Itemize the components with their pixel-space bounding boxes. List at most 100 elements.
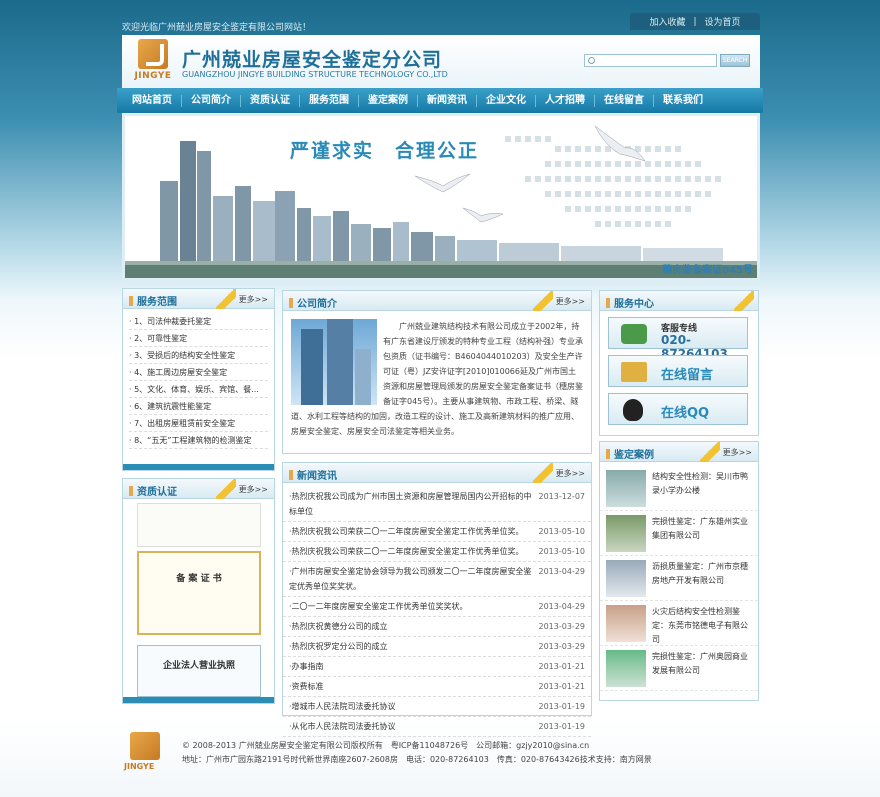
news-item[interactable]: ·热烈庆祝我公司成为广州市国土资源和房屋管理局国内公开招标的中标单位 2013-1… — [283, 487, 591, 522]
news-item[interactable]: ·办事指南 2013-01-21 — [283, 657, 591, 677]
news-item[interactable]: ·二〇一二年度房屋安全鉴定工作优秀单位奖奖状。 2013-04-29 — [283, 597, 591, 617]
news-title-text: ·资费标准 — [289, 682, 324, 691]
title-stripe-decoration — [734, 291, 754, 311]
company-name-cn: 广州兢业房屋安全鉴定分公司 — [182, 49, 443, 71]
qualification-more-link[interactable]: 更多>> — [239, 484, 268, 495]
case-item[interactable]: 完损性鉴定：广州奥园商业发展有限公司 — [600, 646, 758, 691]
service-center-panel: 服务中心 客服专线 020-87264103 在线留言 在线QQ — [599, 290, 759, 436]
logo-text: JINGYE — [134, 71, 172, 81]
services-more-link[interactable]: 更多>> — [239, 294, 268, 305]
case-thumbnail — [606, 515, 646, 552]
news-item[interactable]: ·资费标准 2013-01-21 — [283, 677, 591, 697]
news-title-text: ·增城市人民法院司法委托协议 — [289, 702, 396, 711]
nav-culture[interactable]: 企业文化 — [477, 94, 536, 107]
list-item[interactable]: · 8、“五无”工程建筑物的检测鉴定 — [129, 432, 268, 449]
welcome-text: 欢迎光临广州兢业房屋安全鉴定有限公司网站！ — [122, 23, 312, 33]
news-item[interactable]: ·热烈庆祝我公司荣获二〇一二年度房屋安全鉴定工作优秀单位奖。 2013-05-10 — [283, 542, 591, 562]
list-item[interactable]: · 7、出租房屋租赁前安全鉴定 — [129, 415, 268, 432]
news-more-link[interactable]: 更多>> — [556, 468, 585, 479]
nav-qualification[interactable]: 资质认证 — [241, 94, 300, 107]
online-message-button[interactable]: 在线留言 — [608, 355, 748, 387]
case-item[interactable]: 沥损质量鉴定：广州市京穗房地产开发有限公司 — [600, 556, 758, 601]
case-text: 完损性鉴定：广东雄州实业集团有限公司 — [652, 517, 748, 540]
online-message-label: 在线留言 — [661, 368, 714, 383]
news-date: 2013-05-10 — [538, 527, 586, 536]
business-license-image[interactable]: 企业法人营业执照 — [137, 645, 261, 697]
add-favorite-link[interactable]: 加入收藏 — [649, 15, 685, 28]
nav-message[interactable]: 在线留言 — [595, 94, 654, 107]
news-list: ·热烈庆祝我公司成为广州市国土资源和房屋管理局国内公开招标的中标单位 2013-1… — [283, 483, 591, 737]
company-logo[interactable]: JINGYE — [132, 39, 174, 85]
service-center-title: 服务中心 — [606, 295, 654, 310]
list-item[interactable]: · 4、施工周边房屋安全鉴定 — [129, 364, 268, 381]
site-header: JINGYE 广州兢业房屋安全鉴定分公司 GUANGZHOU JINGYE BU… — [122, 35, 760, 88]
logo-mark-icon — [138, 39, 168, 69]
cases-more-link[interactable]: 更多>> — [723, 447, 752, 458]
case-text: 火灾后结构安全性检测鉴定：东莞市铭德电子有限公司 — [652, 607, 748, 644]
set-homepage-link[interactable]: 设为首页 — [705, 15, 741, 28]
panel-bottom-bar — [123, 697, 274, 703]
about-building-image — [291, 319, 377, 405]
top-links: 加入收藏 | 设为首页 — [630, 13, 760, 30]
list-item[interactable]: · 1、司法仲裁委托鉴定 — [129, 313, 268, 330]
case-text: 沥损质量鉴定：广州市京穗房地产开发有限公司 — [652, 562, 748, 585]
news-title-text: ·热烈庆祝我公司成为广州市国土资源和房屋管理局国内公开招标的中标单位 — [289, 492, 532, 516]
main-nav: 网站首页 公司简介 资质认证 服务范围 鉴定案例 新闻资讯 企业文化 人才招聘 … — [117, 88, 763, 113]
cases-panel: 鉴定案例 更多>> 结构安全性检测：吴川市鸭录小学办公楼 完损性鉴定：广东雄州实… — [599, 441, 759, 701]
case-text: 完损性鉴定：广州奥园商业发展有限公司 — [652, 652, 748, 675]
list-item[interactable]: · 5、文化、体育、娱乐、宾馆、餐... — [129, 381, 268, 398]
qq-penguin-icon — [623, 399, 643, 421]
news-item[interactable]: ·增城市人民法院司法委托协议 2013-01-19 — [283, 697, 591, 717]
cases-list: 结构安全性检测：吴川市鸭录小学办公楼 完损性鉴定：广东雄州实业集团有限公司 沥损… — [600, 462, 758, 691]
services-title: 服务范围 — [129, 293, 177, 308]
news-title-text: ·办事指南 — [289, 662, 324, 671]
address-line: 地址：广州市广园东路2191号时代新世界南座2607-2608房 电话：020-… — [182, 755, 652, 764]
company-name-en: GUANGZHOU JINGYE BUILDING STRUCTURE TECH… — [182, 70, 448, 79]
news-item[interactable]: ·热烈庆祝黄德分公司的成立 2013-03-29 — [283, 617, 591, 637]
panel-bottom-bar — [123, 464, 274, 470]
title-stripe-decoration — [216, 289, 236, 309]
nav-cases[interactable]: 鉴定案例 — [359, 94, 418, 107]
news-item[interactable]: ·热烈庆祝我公司荣获二〇一二年度房屋安全鉴定工作优秀单位奖。 2013-05-10 — [283, 522, 591, 542]
nav-home[interactable]: 网站首页 — [123, 94, 182, 107]
online-qq-button[interactable]: 在线QQ — [608, 393, 748, 425]
news-title-text: ·广州市房屋安全鉴定协会领导为我公司颁发二〇一二年度房屋安全鉴定优秀单位奖奖状。 — [289, 567, 532, 591]
divider: | — [693, 16, 697, 27]
case-item[interactable]: 结构安全性检测：吴川市鸭录小学办公楼 — [600, 466, 758, 511]
title-stripe-decoration — [533, 291, 553, 311]
news-date: 2013-03-29 — [538, 642, 586, 651]
list-item[interactable]: · 6、建筑抗震性能鉴定 — [129, 398, 268, 415]
certificate-image[interactable] — [137, 503, 261, 547]
banner-license-note: 穗房鉴备案证045号 — [662, 265, 753, 276]
list-item[interactable]: · 2、可靠性鉴定 — [129, 330, 268, 347]
nav-jobs[interactable]: 人才招聘 — [536, 94, 595, 107]
about-panel: 公司简介 更多>> 广州兢业建筑结构技术有限公司成立于2002年，持有广东省建设… — [282, 290, 592, 454]
case-item[interactable]: 完损性鉴定：广东雄州实业集团有限公司 — [600, 511, 758, 556]
news-title-text: ·热烈庆祝罗定分公司的成立 — [289, 642, 388, 651]
about-more-link[interactable]: 更多>> — [556, 296, 585, 307]
nav-contact[interactable]: 联系我们 — [654, 95, 712, 107]
about-title: 公司简介 — [289, 295, 337, 310]
filing-certificate-image[interactable]: 备 案 证 书 — [137, 551, 261, 635]
services-panel: 服务范围 更多>> · 1、司法仲裁委托鉴定 · 2、可靠性鉴定 · 3、受损后… — [122, 288, 275, 471]
message-icon — [621, 362, 647, 382]
news-date: 2013-05-10 — [538, 547, 586, 556]
search-input[interactable] — [584, 54, 717, 67]
nav-about[interactable]: 公司简介 — [182, 94, 241, 107]
search-button[interactable]: SEARCH — [720, 54, 750, 67]
list-item[interactable]: · 3、受损后的结构安全性鉴定 — [129, 347, 268, 364]
news-date: 2013-01-19 — [538, 702, 586, 711]
nav-news[interactable]: 新闻资讯 — [418, 94, 477, 107]
case-text: 结构安全性检测：吴川市鸭录小学办公楼 — [652, 472, 748, 495]
search-icon — [588, 57, 595, 64]
hotline-button[interactable]: 客服专线 020-87264103 — [608, 317, 748, 361]
nav-services[interactable]: 服务范围 — [300, 94, 359, 107]
case-item[interactable]: 火灾后结构安全性检测鉴定：东莞市铭德电子有限公司 — [600, 601, 758, 646]
news-date: 2013-01-21 — [538, 662, 586, 671]
news-item[interactable]: ·热烈庆祝罗定分公司的成立 2013-03-29 — [283, 637, 591, 657]
news-date: 2013-04-29 — [538, 567, 586, 576]
site-footer: JINGYE © 2008-2013 广州兢业房屋安全鉴定有限公司版权所有 粤I… — [122, 730, 760, 785]
news-item[interactable]: ·广州市房屋安全鉴定协会领导为我公司颁发二〇一二年度房屋安全鉴定优秀单位奖奖状。… — [283, 562, 591, 597]
news-title-text: ·热烈庆祝我公司荣获二〇一二年度房屋安全鉴定工作优秀单位奖。 — [289, 547, 524, 556]
title-stripe-decoration — [533, 463, 553, 483]
